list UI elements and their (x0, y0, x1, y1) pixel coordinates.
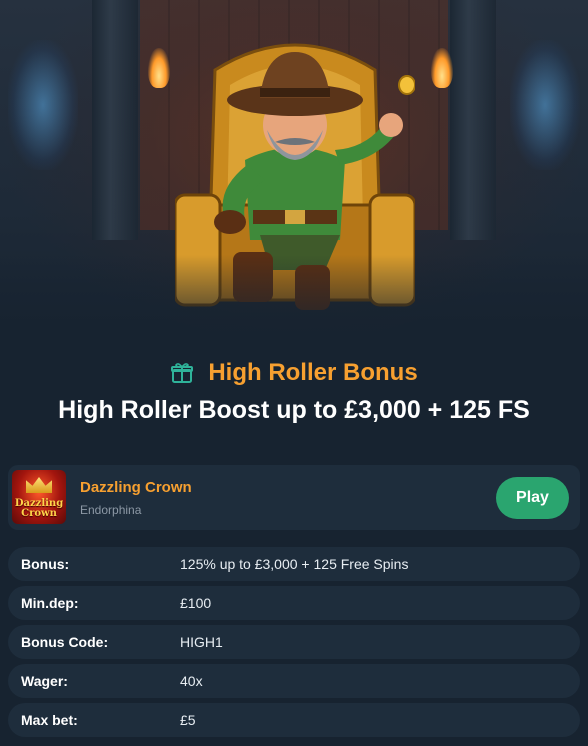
detail-row-min-dep: Min.dep: £100 (8, 586, 580, 620)
play-button[interactable]: Play (496, 477, 569, 519)
stone-pillar-right (450, 0, 496, 240)
torch-flame-left (148, 48, 170, 88)
bonus-type-row: High Roller Bonus (0, 356, 588, 390)
detail-label: Bonus: (21, 556, 70, 572)
thumbnail-logo-line-2: Crown (21, 508, 57, 519)
detail-row-wager: Wager: 40x (8, 664, 580, 698)
glowing-rune-right (510, 40, 580, 170)
detail-label: Bonus Code: (21, 634, 109, 650)
detail-label: Max bet: (21, 712, 78, 728)
detail-row-bonus-code: Bonus Code: HIGH1 (8, 625, 580, 659)
hero-banner (0, 0, 588, 345)
bonus-type-title: High Roller Bonus (208, 359, 418, 386)
crown-icon (26, 477, 52, 493)
detail-value: £100 (180, 595, 212, 611)
detail-row-bonus: Bonus: 125% up to £3,000 + 125 Free Spin… (8, 547, 580, 581)
detail-row-max-bet: Max bet: £5 (8, 703, 580, 737)
bonus-headline: High Roller Boost up to £3,000 + 125 FS (58, 396, 530, 424)
detail-value: 125% up to £3,000 + 125 Free Spins (180, 556, 409, 572)
detail-value: £5 (180, 712, 196, 728)
game-name[interactable]: Dazzling Crown (80, 479, 192, 496)
game-thumbnail-logo: Dazzling Crown (12, 499, 66, 519)
stone-pillar-left (92, 0, 138, 240)
detail-label: Min.dep: (21, 595, 79, 611)
torch-flame-right (431, 48, 453, 88)
detail-value[interactable]: HIGH1 (180, 634, 223, 650)
gift-icon (171, 363, 194, 383)
game-card: Dazzling Crown Dazzling Crown Endorphina… (8, 465, 580, 530)
game-provider: Endorphina (80, 503, 142, 517)
detail-value: 40x (180, 673, 203, 689)
game-thumbnail[interactable]: Dazzling Crown (12, 470, 66, 524)
detail-label: Wager: (21, 673, 68, 689)
glowing-rune-left (8, 40, 78, 170)
